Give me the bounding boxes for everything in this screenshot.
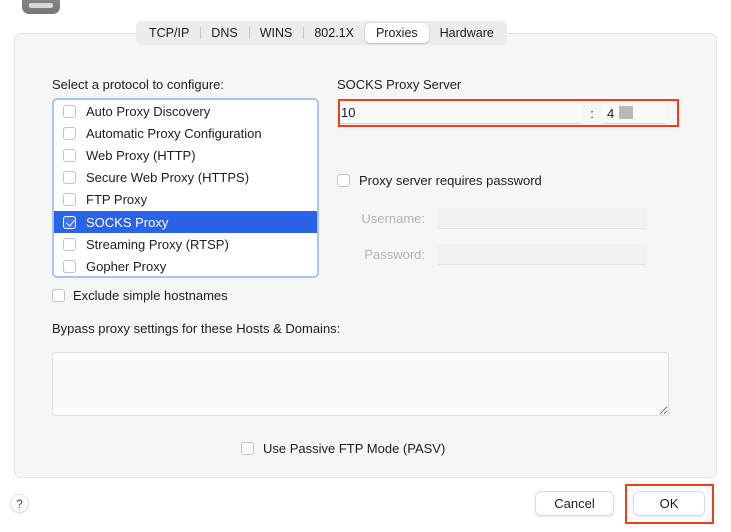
protocol-row-web-proxy-http[interactable]: Web Proxy (HTTP) bbox=[54, 144, 317, 166]
interface-label: Ethernet bbox=[70, 0, 119, 3]
tab-tcpip[interactable]: TCP/IP bbox=[138, 23, 200, 43]
protocol-row-socks-proxy[interactable]: SOCKS Proxy bbox=[54, 211, 317, 233]
username-row: Username: bbox=[337, 208, 669, 229]
protocol-row-automatic-proxy-configuration[interactable]: Automatic Proxy Configuration bbox=[54, 122, 317, 144]
protocol-label: FTP Proxy bbox=[86, 192, 147, 207]
protocol-row-ftp-proxy[interactable]: FTP Proxy bbox=[54, 189, 317, 211]
password-input[interactable] bbox=[437, 244, 647, 265]
password-label: Password: bbox=[337, 247, 437, 262]
protocol-row-secure-web-proxy-https[interactable]: Secure Web Proxy (HTTPS) bbox=[54, 167, 317, 189]
proxy-port-input[interactable] bbox=[603, 102, 665, 124]
help-icon[interactable]: ? bbox=[10, 494, 29, 513]
checkbox-gopher-proxy[interactable] bbox=[63, 260, 76, 273]
proxies-settings-panel: Select a protocol to configure: Auto Pro… bbox=[14, 33, 717, 478]
protocol-label: Gopher Proxy bbox=[86, 259, 166, 274]
checkbox-auto-proxy-discovery[interactable] bbox=[63, 105, 76, 118]
passive-ftp-label: Use Passive FTP Mode (PASV) bbox=[263, 441, 445, 456]
protocol-label: Secure Web Proxy (HTTPS) bbox=[86, 170, 249, 185]
text-cursor-icon bbox=[619, 106, 633, 119]
protocol-row-auto-proxy-discovery[interactable]: Auto Proxy Discovery bbox=[54, 100, 317, 122]
username-label: Username: bbox=[337, 211, 437, 226]
protocol-label: Web Proxy (HTTP) bbox=[86, 148, 196, 163]
ok-button[interactable]: OK bbox=[633, 491, 705, 516]
exclude-simple-hostnames-row[interactable]: Exclude simple hostnames bbox=[52, 288, 228, 303]
protocol-row-gopher-proxy[interactable]: Gopher Proxy bbox=[54, 255, 317, 277]
protocol-label: Streaming Proxy (RTSP) bbox=[86, 237, 229, 252]
interface-header: Ethernet bbox=[0, 0, 731, 14]
bypass-hosts-textarea[interactable] bbox=[52, 352, 669, 416]
cancel-button[interactable]: Cancel bbox=[535, 491, 614, 516]
protocol-label: SOCKS Proxy bbox=[86, 215, 168, 230]
socks-proxy-server-title: SOCKS Proxy Server bbox=[337, 77, 461, 92]
password-row: Password: bbox=[337, 244, 669, 265]
tab-wins[interactable]: WINS bbox=[249, 23, 304, 43]
socks-proxy-server-field: : bbox=[337, 102, 669, 124]
exclude-simple-hostnames-label: Exclude simple hostnames bbox=[73, 288, 228, 303]
checkbox-socks-proxy[interactable] bbox=[63, 216, 76, 229]
checkbox-ftp-proxy[interactable] bbox=[63, 193, 76, 206]
checkbox-web-proxy-http[interactable] bbox=[63, 149, 76, 162]
requires-password-row[interactable]: Proxy server requires password bbox=[337, 173, 542, 188]
checkbox-exclude-simple-hostnames[interactable] bbox=[52, 289, 65, 302]
checkbox-streaming-proxy-rtsp[interactable] bbox=[63, 238, 76, 251]
protocol-label: Auto Proxy Discovery bbox=[86, 104, 210, 119]
tab-proxies[interactable]: Proxies bbox=[365, 23, 429, 43]
checkbox-use-passive-ftp-mode[interactable] bbox=[241, 442, 254, 455]
tab-dns[interactable]: DNS bbox=[200, 23, 248, 43]
host-port-separator: : bbox=[581, 106, 603, 121]
proxy-port-wrapper bbox=[603, 102, 665, 124]
checkbox-proxy-requires-password[interactable] bbox=[337, 174, 350, 187]
tab-8021x[interactable]: 802.1X bbox=[303, 23, 365, 43]
protocol-list[interactable]: Auto Proxy Discovery Automatic Proxy Con… bbox=[52, 98, 319, 278]
checkbox-automatic-proxy-configuration[interactable] bbox=[63, 127, 76, 140]
requires-password-label: Proxy server requires password bbox=[359, 173, 542, 188]
proxy-host-input[interactable] bbox=[337, 102, 581, 124]
tab-hardware[interactable]: Hardware bbox=[429, 23, 505, 43]
ethernet-port-icon bbox=[22, 0, 60, 14]
protocol-list-label: Select a protocol to configure: bbox=[52, 77, 224, 92]
protocol-label: Automatic Proxy Configuration bbox=[86, 126, 262, 141]
protocol-row-streaming-proxy-rtsp[interactable]: Streaming Proxy (RTSP) bbox=[54, 233, 317, 255]
checkbox-secure-web-proxy-https[interactable] bbox=[63, 171, 76, 184]
username-input[interactable] bbox=[437, 208, 647, 229]
tab-bar: TCP/IP DNS WINS 802.1X Proxies Hardware bbox=[136, 21, 507, 45]
passive-ftp-row[interactable]: Use Passive FTP Mode (PASV) bbox=[241, 441, 445, 456]
bypass-label: Bypass proxy settings for these Hosts & … bbox=[52, 321, 340, 336]
